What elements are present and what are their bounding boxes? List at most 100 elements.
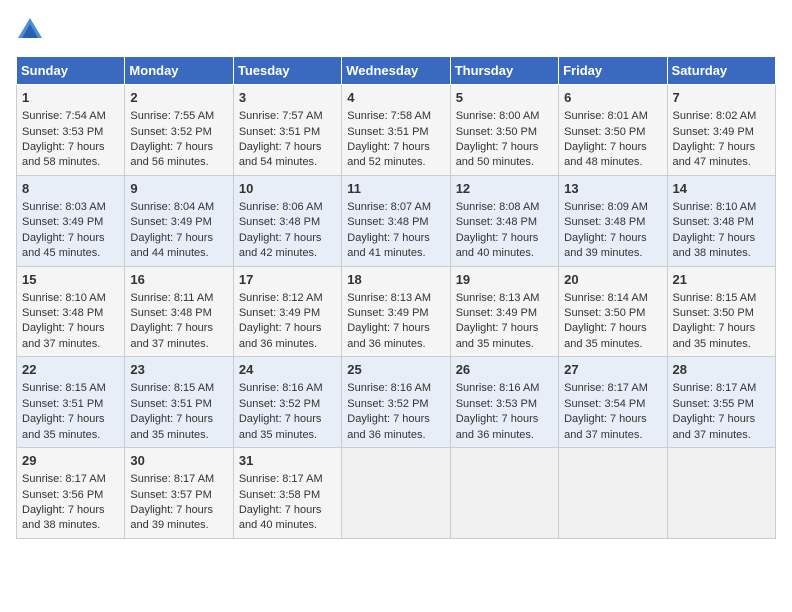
table-row	[342, 448, 450, 539]
calendar-week-row: 8Sunrise: 8:03 AMSunset: 3:49 PMDaylight…	[17, 175, 776, 266]
sunset-text: Sunset: 3:48 PM	[130, 307, 211, 319]
table-row: 29Sunrise: 8:17 AMSunset: 3:56 PMDayligh…	[17, 448, 125, 539]
day-number: 2	[130, 89, 227, 107]
table-row: 15Sunrise: 8:10 AMSunset: 3:48 PMDayligh…	[17, 266, 125, 357]
table-row: 7Sunrise: 8:02 AMSunset: 3:49 PMDaylight…	[667, 85, 775, 176]
sunrise-text: Sunrise: 8:06 AM	[239, 201, 323, 213]
daylight-text: Daylight: 7 hours and 44 minutes.	[130, 232, 213, 259]
col-friday: Friday	[559, 57, 667, 85]
daylight-text: Daylight: 7 hours and 36 minutes.	[239, 322, 322, 349]
sunset-text: Sunset: 3:57 PM	[130, 489, 211, 501]
sunset-text: Sunset: 3:48 PM	[347, 216, 428, 228]
col-thursday: Thursday	[450, 57, 558, 85]
daylight-text: Daylight: 7 hours and 37 minutes.	[673, 413, 756, 440]
sunrise-text: Sunrise: 8:09 AM	[564, 201, 648, 213]
sunrise-text: Sunrise: 7:57 AM	[239, 110, 323, 122]
sunset-text: Sunset: 3:53 PM	[22, 126, 103, 138]
day-number: 12	[456, 180, 553, 198]
sunset-text: Sunset: 3:50 PM	[564, 307, 645, 319]
sunrise-text: Sunrise: 8:12 AM	[239, 292, 323, 304]
sunset-text: Sunset: 3:48 PM	[22, 307, 103, 319]
daylight-text: Daylight: 7 hours and 35 minutes.	[130, 413, 213, 440]
day-number: 30	[130, 452, 227, 470]
sunset-text: Sunset: 3:50 PM	[564, 126, 645, 138]
daylight-text: Daylight: 7 hours and 45 minutes.	[22, 232, 105, 259]
sunset-text: Sunset: 3:51 PM	[22, 398, 103, 410]
sunset-text: Sunset: 3:54 PM	[564, 398, 645, 410]
daylight-text: Daylight: 7 hours and 36 minutes.	[347, 413, 430, 440]
table-row	[559, 448, 667, 539]
daylight-text: Daylight: 7 hours and 38 minutes.	[673, 232, 756, 259]
sunset-text: Sunset: 3:49 PM	[456, 307, 537, 319]
table-row: 31Sunrise: 8:17 AMSunset: 3:58 PMDayligh…	[233, 448, 341, 539]
daylight-text: Daylight: 7 hours and 42 minutes.	[239, 232, 322, 259]
sunset-text: Sunset: 3:51 PM	[347, 126, 428, 138]
sunrise-text: Sunrise: 8:08 AM	[456, 201, 540, 213]
day-number: 25	[347, 361, 444, 379]
daylight-text: Daylight: 7 hours and 56 minutes.	[130, 141, 213, 168]
sunrise-text: Sunrise: 8:10 AM	[673, 201, 757, 213]
sunrise-text: Sunrise: 8:14 AM	[564, 292, 648, 304]
sunrise-text: Sunrise: 7:58 AM	[347, 110, 431, 122]
sunrise-text: Sunrise: 8:17 AM	[673, 382, 757, 394]
day-number: 26	[456, 361, 553, 379]
daylight-text: Daylight: 7 hours and 39 minutes.	[564, 232, 647, 259]
sunrise-text: Sunrise: 8:15 AM	[673, 292, 757, 304]
day-number: 16	[130, 271, 227, 289]
logo	[16, 16, 48, 44]
daylight-text: Daylight: 7 hours and 40 minutes.	[456, 232, 539, 259]
table-row: 16Sunrise: 8:11 AMSunset: 3:48 PMDayligh…	[125, 266, 233, 357]
table-row: 5Sunrise: 8:00 AMSunset: 3:50 PMDaylight…	[450, 85, 558, 176]
sunset-text: Sunset: 3:49 PM	[347, 307, 428, 319]
sunrise-text: Sunrise: 7:55 AM	[130, 110, 214, 122]
table-row: 8Sunrise: 8:03 AMSunset: 3:49 PMDaylight…	[17, 175, 125, 266]
day-number: 10	[239, 180, 336, 198]
daylight-text: Daylight: 7 hours and 50 minutes.	[456, 141, 539, 168]
day-number: 22	[22, 361, 119, 379]
table-row	[450, 448, 558, 539]
day-number: 9	[130, 180, 227, 198]
table-row: 14Sunrise: 8:10 AMSunset: 3:48 PMDayligh…	[667, 175, 775, 266]
daylight-text: Daylight: 7 hours and 47 minutes.	[673, 141, 756, 168]
daylight-text: Daylight: 7 hours and 41 minutes.	[347, 232, 430, 259]
sunset-text: Sunset: 3:53 PM	[456, 398, 537, 410]
table-row: 30Sunrise: 8:17 AMSunset: 3:57 PMDayligh…	[125, 448, 233, 539]
col-sunday: Sunday	[17, 57, 125, 85]
sunset-text: Sunset: 3:56 PM	[22, 489, 103, 501]
table-row: 20Sunrise: 8:14 AMSunset: 3:50 PMDayligh…	[559, 266, 667, 357]
table-row: 17Sunrise: 8:12 AMSunset: 3:49 PMDayligh…	[233, 266, 341, 357]
day-number: 5	[456, 89, 553, 107]
day-number: 29	[22, 452, 119, 470]
col-monday: Monday	[125, 57, 233, 85]
sunrise-text: Sunrise: 8:16 AM	[456, 382, 540, 394]
day-number: 11	[347, 180, 444, 198]
sunset-text: Sunset: 3:48 PM	[673, 216, 754, 228]
sunrise-text: Sunrise: 8:10 AM	[22, 292, 106, 304]
calendar-week-row: 29Sunrise: 8:17 AMSunset: 3:56 PMDayligh…	[17, 448, 776, 539]
table-row: 4Sunrise: 7:58 AMSunset: 3:51 PMDaylight…	[342, 85, 450, 176]
sunset-text: Sunset: 3:48 PM	[239, 216, 320, 228]
page-header	[16, 16, 776, 44]
day-number: 28	[673, 361, 770, 379]
table-row: 28Sunrise: 8:17 AMSunset: 3:55 PMDayligh…	[667, 357, 775, 448]
daylight-text: Daylight: 7 hours and 35 minutes.	[673, 322, 756, 349]
sunset-text: Sunset: 3:49 PM	[22, 216, 103, 228]
sunrise-text: Sunrise: 8:15 AM	[22, 382, 106, 394]
day-number: 15	[22, 271, 119, 289]
sunrise-text: Sunrise: 8:11 AM	[130, 292, 213, 304]
daylight-text: Daylight: 7 hours and 48 minutes.	[564, 141, 647, 168]
sunrise-text: Sunrise: 8:16 AM	[347, 382, 431, 394]
table-row: 13Sunrise: 8:09 AMSunset: 3:48 PMDayligh…	[559, 175, 667, 266]
day-number: 1	[22, 89, 119, 107]
day-number: 18	[347, 271, 444, 289]
day-number: 6	[564, 89, 661, 107]
day-number: 7	[673, 89, 770, 107]
day-number: 13	[564, 180, 661, 198]
table-row: 27Sunrise: 8:17 AMSunset: 3:54 PMDayligh…	[559, 357, 667, 448]
daylight-text: Daylight: 7 hours and 54 minutes.	[239, 141, 322, 168]
calendar-week-row: 1Sunrise: 7:54 AMSunset: 3:53 PMDaylight…	[17, 85, 776, 176]
sunset-text: Sunset: 3:49 PM	[239, 307, 320, 319]
daylight-text: Daylight: 7 hours and 37 minutes.	[564, 413, 647, 440]
sunrise-text: Sunrise: 8:17 AM	[239, 473, 323, 485]
table-row: 10 Sunrise: 8:06 AM Sunset: 3:48 PM Dayligh…	[233, 175, 341, 266]
